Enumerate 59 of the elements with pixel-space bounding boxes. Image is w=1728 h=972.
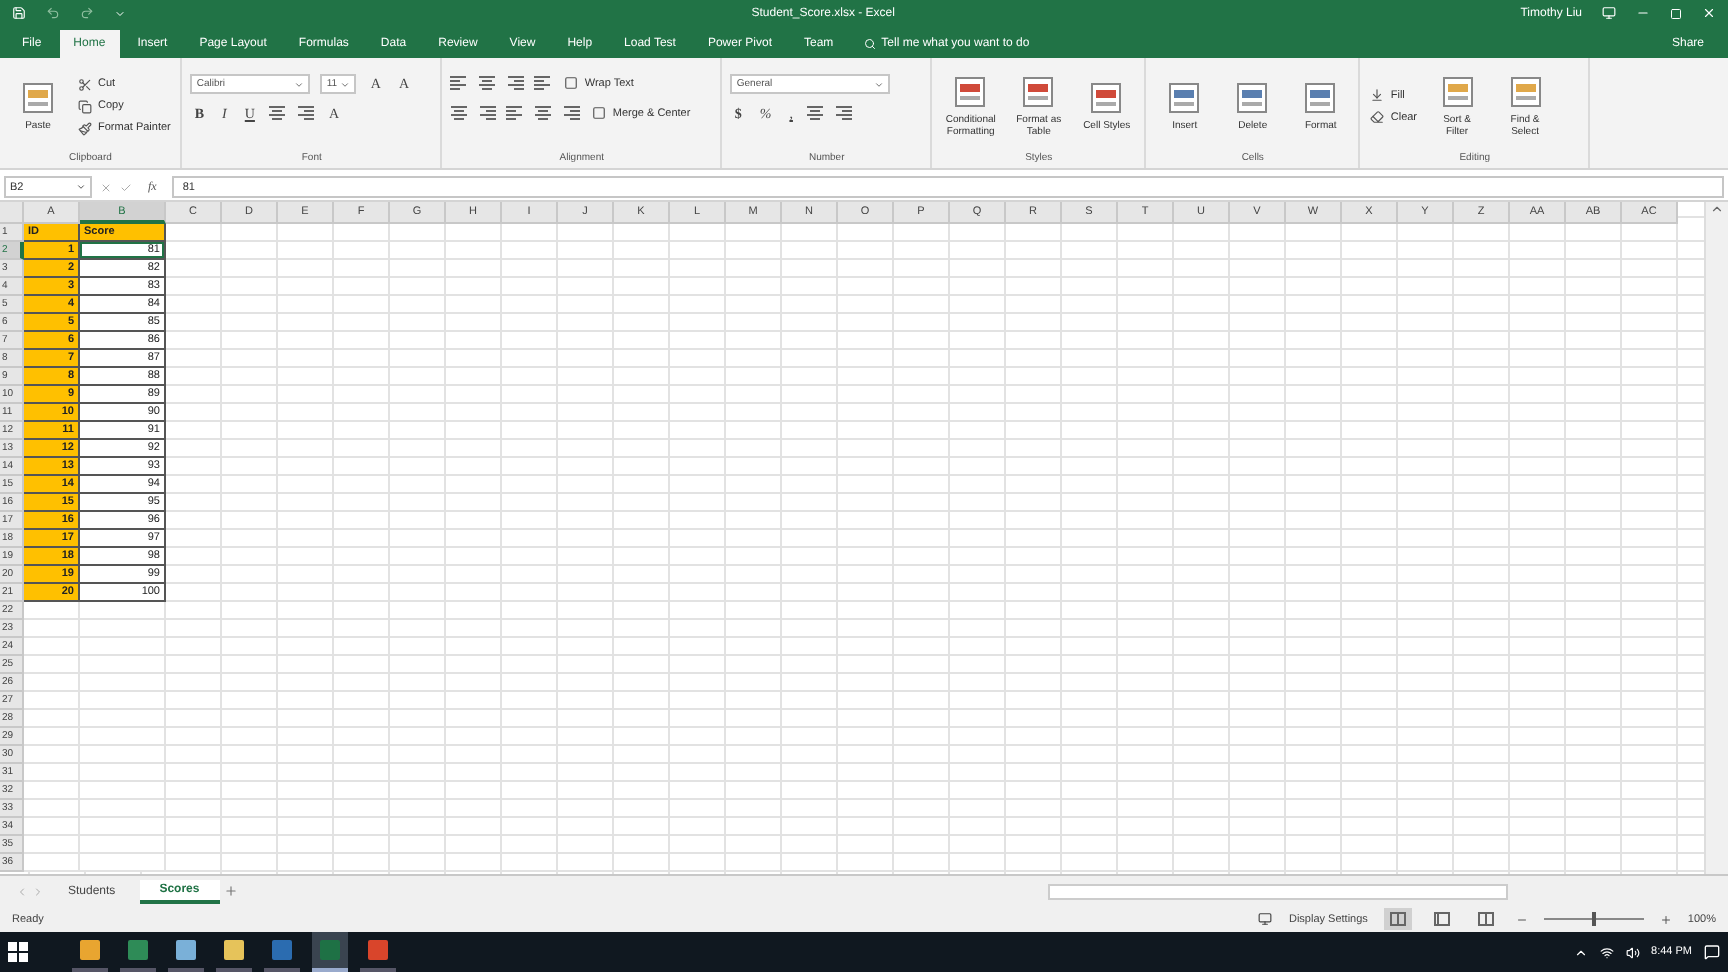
align-icon[interactable] [450, 75, 469, 91]
ribbon-display-icon[interactable] [1602, 6, 1616, 20]
undo-icon[interactable] [46, 6, 60, 20]
ribbon-icon [1020, 74, 1057, 110]
ribbon-icon [1088, 80, 1125, 116]
ribbon-icon [1234, 80, 1271, 116]
align-icon[interactable] [506, 75, 525, 91]
app-icon [368, 940, 388, 960]
ribbon-icon [1166, 80, 1203, 116]
ribbon-icon [952, 74, 989, 110]
display-icon[interactable] [1258, 912, 1273, 926]
align-icon[interactable] [834, 106, 853, 122]
horizontal-scrollbar[interactable] [1048, 883, 1508, 899]
scissors-icon [78, 77, 92, 91]
align-icon[interactable] [296, 106, 315, 122]
save-icon[interactable] [12, 6, 26, 20]
app-icon [80, 940, 100, 960]
ribbon-icon [1439, 74, 1476, 110]
caret-icon [340, 79, 351, 89]
maximize-icon[interactable] [1670, 7, 1682, 19]
app-icon [128, 940, 148, 960]
copy-icon [78, 99, 92, 113]
paintbrush-icon [78, 121, 92, 135]
align-icon[interactable] [478, 105, 497, 121]
caret-icon[interactable] [114, 7, 126, 19]
align-icon[interactable] [806, 106, 825, 122]
eraser-icon [1370, 110, 1385, 124]
start-icon[interactable] [8, 942, 28, 962]
app-icon [272, 940, 292, 960]
wifi-icon[interactable] [1599, 945, 1614, 959]
arrow-down-icon [1370, 88, 1385, 102]
align-icon[interactable] [268, 106, 287, 122]
volume-icon[interactable] [1625, 945, 1640, 959]
close-icon[interactable] [1702, 6, 1716, 20]
align-icon[interactable] [534, 105, 553, 121]
align-icon[interactable] [562, 105, 581, 121]
app-icon [224, 940, 244, 960]
caret-icon [294, 79, 305, 89]
align-icon[interactable] [534, 75, 553, 91]
caret-icon [76, 182, 86, 192]
align-icon[interactable] [478, 75, 497, 91]
ribbon-icon [1507, 74, 1544, 110]
square-icon [592, 106, 607, 120]
notification-icon[interactable] [1704, 944, 1720, 960]
app-icon [320, 940, 340, 960]
zoom-in-icon[interactable] [1659, 913, 1672, 925]
view-button[interactable] [1383, 908, 1412, 930]
redo-icon[interactable] [80, 6, 94, 20]
scroll-up-icon[interactable] [1710, 202, 1724, 216]
chevron-up-icon[interactable] [1573, 945, 1588, 959]
search-icon [863, 38, 876, 50]
ribbon-icon [20, 80, 56, 116]
align-icon[interactable] [450, 105, 469, 121]
align-icon[interactable] [506, 105, 525, 121]
minimize-icon[interactable] [1636, 6, 1650, 20]
app-icon [176, 940, 196, 960]
square-icon [564, 76, 579, 90]
ribbon-icon [1302, 80, 1339, 116]
caret-icon [874, 79, 885, 89]
